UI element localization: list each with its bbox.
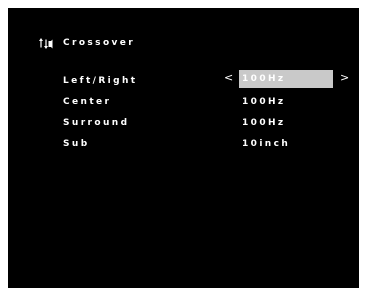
row-surround[interactable]: Surround 100Hz [8,116,359,130]
row-label: Left/Right [63,76,138,86]
row-center[interactable]: Center 100Hz [8,95,359,109]
menu-title: Crossover [63,38,136,48]
menu-header: Crossover [38,35,135,51]
row-label: Surround [63,118,130,128]
row-label: Center [63,97,112,107]
speaker-settings-icon [39,37,53,49]
row-value-selected[interactable]: 100Hz [239,70,333,88]
arrow-left-icon[interactable]: < [224,69,233,87]
row-value: 10inch [242,139,291,149]
row-left-right[interactable]: Left/Right < 100Hz > [8,70,359,88]
row-sub[interactable]: Sub 10inch [8,137,359,151]
arrow-right-icon[interactable]: > [340,69,349,87]
row-value: 100Hz [242,118,286,128]
osd-screen: Crossover Left/Right < 100Hz > Center 10… [8,8,359,288]
row-label: Sub [63,139,90,149]
row-value: 100Hz [242,97,286,107]
